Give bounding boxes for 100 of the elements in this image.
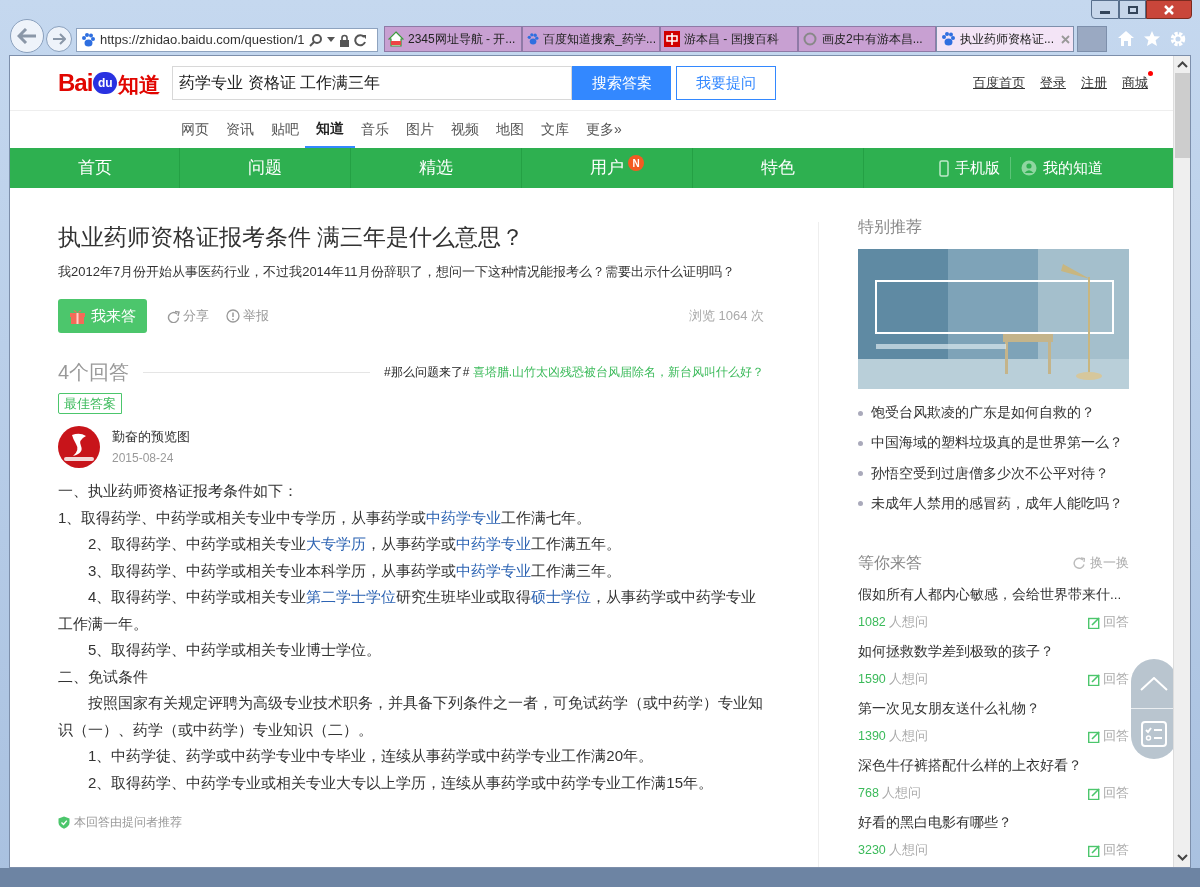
scrollbar-thumb[interactable] (1174, 73, 1190, 158)
article-link[interactable]: 饱受台风欺凌的广东是如何自救的？ (871, 403, 1095, 424)
browser-tab[interactable]: 画皮2中有游本昌... (798, 26, 936, 52)
nav-link[interactable]: 更多» (586, 111, 622, 148)
answer-date: 2015-08-24 (112, 450, 175, 468)
site-logo-icon (664, 31, 680, 47)
new-tab-button[interactable] (1077, 26, 1107, 52)
edit-icon (1088, 787, 1100, 800)
lock-icon (338, 33, 350, 47)
share-icon (167, 309, 180, 323)
star-icon[interactable] (1143, 30, 1161, 47)
bullet-icon (858, 501, 863, 507)
article-link[interactable]: 中国海域的塑料垃圾真的是世界第一么？ (871, 433, 1123, 454)
view-count: 浏览 1064 次 (688, 307, 764, 326)
article-link[interactable]: 未成年人禁用的感冒药，成年人能吃吗？ (871, 493, 1123, 514)
refresh-icon[interactable] (353, 33, 367, 47)
question-link[interactable]: 好看的黑白电影有哪些？ (858, 813, 1129, 834)
nav-link[interactable]: 文库 (541, 111, 569, 148)
scroll-down-icon (1176, 854, 1188, 861)
new-badge: N (628, 155, 644, 171)
refresh-icon (1073, 557, 1085, 569)
question-link[interactable]: 深色牛仔裤搭配什么样的上衣好看？ (858, 756, 1129, 777)
close-button[interactable] (1146, 0, 1192, 19)
ask-count: 3230 (858, 842, 886, 860)
paw-icon (80, 32, 96, 48)
recommend-note: 本回答由提问者推荐 (74, 814, 182, 831)
baidu-logo[interactable]: Bai du 知道 (58, 71, 161, 95)
dropdown-icon[interactable] (326, 37, 335, 43)
edit-icon (1088, 673, 1100, 686)
count-label: 人想问 (888, 842, 928, 860)
article-link[interactable]: 孙悟空受到过唐僧多少次不公平对待？ (871, 463, 1109, 484)
count-label: 人想问 (888, 614, 928, 632)
home-icon[interactable] (1117, 30, 1135, 47)
count-label: 人想问 (888, 671, 928, 689)
text-link[interactable]: 中药学专业 (456, 561, 532, 579)
back-button[interactable] (10, 19, 44, 53)
nav-link[interactable]: 地图 (496, 111, 524, 148)
text-link[interactable]: 中药学专业 (426, 508, 502, 526)
question-link[interactable]: 假如所有人都内心敏感，会给世界带来什... (858, 585, 1129, 606)
gift-icon (69, 308, 86, 324)
nav-link[interactable]: 贴吧 (271, 111, 299, 148)
nav-link[interactable]: 图片 (406, 111, 434, 148)
edit-icon (1088, 730, 1100, 743)
question-link[interactable]: 如何拯救数学差到极致的孩子？ (858, 642, 1129, 663)
paw-icon (940, 31, 956, 47)
promo-link[interactable]: #那么问题来了# 喜塔腊.山竹太凶残恐被台风届除名，新台风叫什么好？ (383, 363, 764, 381)
house-icon (388, 31, 404, 47)
browser-tab[interactable]: 百度知道搜索_药学... (522, 26, 660, 52)
search-field[interactable]: 药学专业 资格证 工作满三年 (172, 66, 573, 100)
header-link[interactable]: 商城 (1122, 73, 1148, 93)
maximize-button[interactable] (1119, 0, 1146, 19)
answer-paragraph: 1、取得药学、中药学或相关专业中专学历，从事药学或中药学专业工作满七年。 (58, 507, 593, 528)
section-title: 等你来答 (858, 553, 922, 573)
text-link[interactable]: 硕士学位 (531, 588, 592, 605)
back-arrow-icon (17, 28, 37, 44)
answer-paragraph: 3、取得药学、中药学或相关专业本科学历，从事药学或中药学专业工作满三年。 (87, 560, 623, 581)
browser-tab[interactable]: 2345网址导航 - 开... (384, 26, 522, 52)
search-icon[interactable] (308, 33, 323, 47)
minimize-button[interactable] (1091, 0, 1119, 19)
forward-button[interactable] (46, 26, 72, 52)
header-link[interactable]: 注册 (1081, 73, 1107, 93)
close-tab-icon[interactable] (1061, 34, 1070, 44)
user-name[interactable]: 勤奋的预览图 (112, 426, 190, 447)
header-link[interactable]: 百度首页 (973, 73, 1025, 93)
answer-paragraph: 二、免试条件 (58, 666, 149, 687)
forward-arrow-icon (52, 33, 66, 45)
question-link[interactable]: 第一次见女朋友送什么礼物？ (858, 699, 1129, 720)
browser-tab[interactable]: 游本昌 - 国搜百科 (660, 26, 798, 52)
settings-icon[interactable] (1169, 30, 1187, 48)
checklist-icon (1141, 721, 1167, 747)
nav-link[interactable]: 音乐 (361, 111, 389, 148)
section-title: 特别推荐 (858, 217, 923, 237)
question-description: 我2012年7月份开始从事医药行业，不过我2014年11月份辞职了，想问一下这种情况能报考么？需要出示什么证明吗？ (58, 263, 736, 281)
answer-paragraph: 5、取得药学、中药学或相关专业博士学位。 (87, 640, 383, 660)
text-link[interactable]: 第二学士学位 (306, 588, 397, 605)
nav-link[interactable]: 网页 (181, 111, 209, 148)
nav-link[interactable]: 视频 (451, 111, 479, 148)
phone-icon (939, 159, 949, 177)
paw-icon (526, 31, 540, 47)
count-label: 人想问 (881, 785, 921, 803)
header-link[interactable]: 登录 (1040, 73, 1066, 93)
url-text: https://zhidao.baidu.com/question/1 (100, 31, 305, 50)
address-bar[interactable]: https://zhidao.baidu.com/question/1 (76, 28, 378, 52)
nav-link[interactable]: 资讯 (226, 111, 254, 148)
user-icon (1021, 160, 1037, 176)
bullet-icon (858, 440, 863, 446)
answer-paragraph: 一、执业药师资格证报考条件如下： (58, 481, 299, 501)
answer-paragraph: 按照国家有关规定评聘为高级专业技术职务，并具备下列条件之一者，可免试药学（或中药学）专业知识（一）、药学（或中药学）专业知识（二）。 (58, 693, 764, 740)
browser-tab[interactable]: 执业药师资格证... (936, 26, 1074, 52)
answer-count: 4个回答 (58, 360, 130, 385)
text-link[interactable]: 中药学专业 (456, 535, 532, 552)
scrollbar[interactable] (1173, 56, 1190, 867)
text-link[interactable]: 大专学历 (306, 535, 367, 552)
close-icon (1163, 4, 1175, 15)
exclamation-icon (226, 309, 240, 323)
question-title: 执业药师资格证报考条件 满三年是什么意思？ (58, 223, 526, 252)
count-label: 人想问 (888, 728, 928, 746)
ask-count: 1590 (858, 671, 886, 689)
ask-button[interactable]: 我要提问 (676, 66, 777, 100)
bullet-icon (858, 410, 863, 416)
